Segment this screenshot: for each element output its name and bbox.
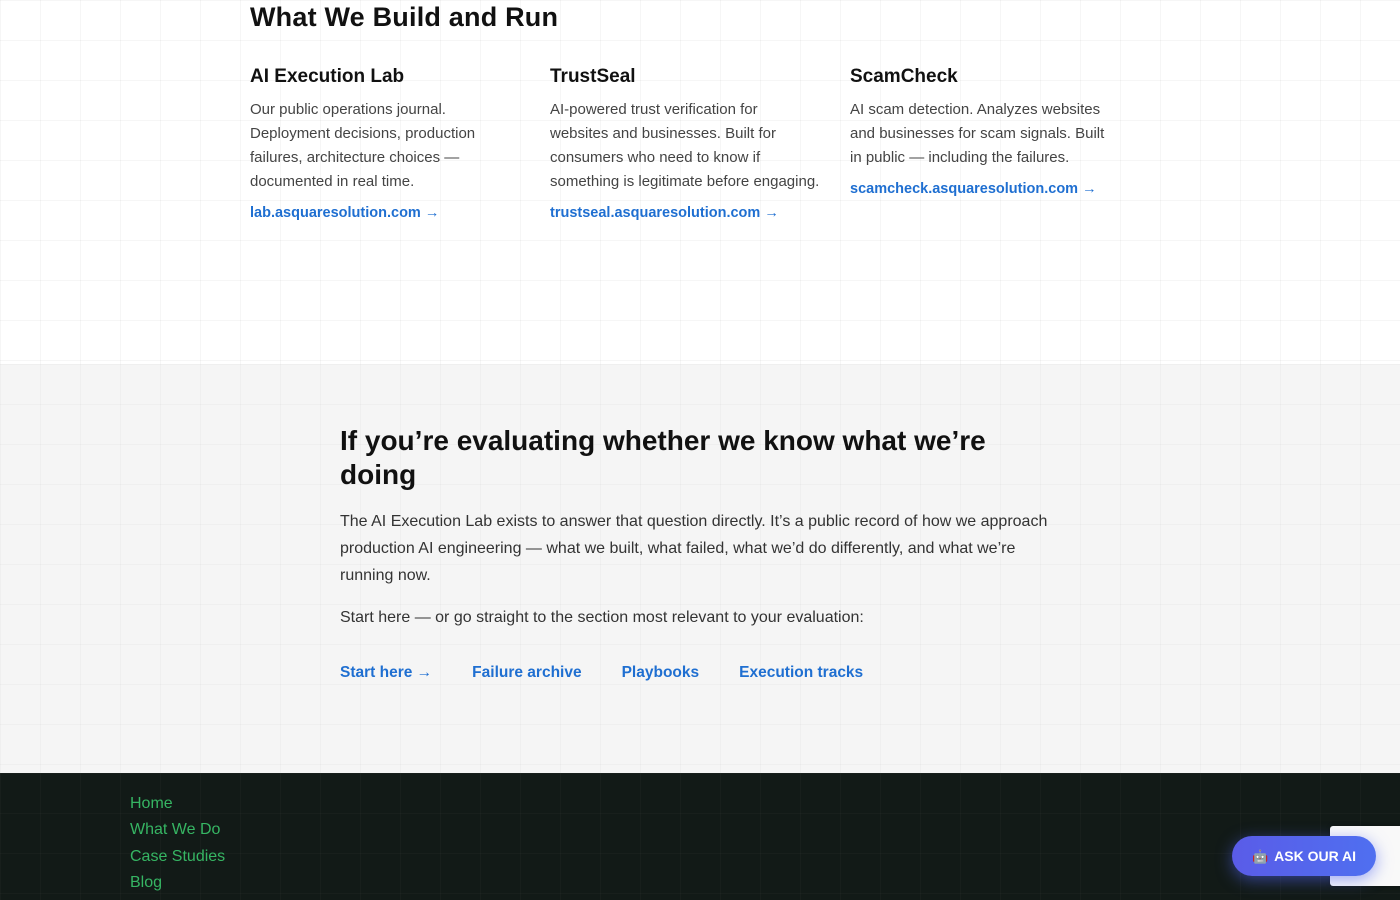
site-footer: Home What We Do Case Studies Blog — [0, 773, 1400, 900]
card-title: TrustSeal — [550, 66, 636, 87]
card-description: AI scam detection. Analyzes websites and… — [850, 101, 1105, 166]
card-description: AI-powered trust verification for websit… — [550, 101, 820, 190]
execution-tracks-link[interactable]: Execution tracks — [739, 664, 863, 682]
build-section-title: What We Build and Run — [250, 2, 559, 32]
card-link-lab[interactable]: lab.asquaresolution.com → — [250, 205, 439, 221]
robot-icon: 🤖 — [1251, 848, 1269, 864]
card-title: AI Execution Lab — [250, 66, 405, 87]
card-description: Our public operations journal. Deploymen… — [250, 101, 476, 190]
card-title: ScamCheck — [850, 66, 958, 87]
evaluate-links: Start here → Failure archive Playbooks E… — [340, 664, 863, 682]
build-section: What We Build and Run AI Execution Lab O… — [0, 0, 1400, 364]
card-trustseal: TrustSeal AI-powered trust verification … — [550, 66, 820, 222]
footer-nav: Home What We Do Case Studies Blog — [130, 795, 225, 900]
evaluate-title: If you’re evaluating whether we know wha… — [340, 425, 986, 490]
evaluate-body: The AI Execution Lab exists to answer th… — [340, 513, 1048, 584]
footer-link-home[interactable]: Home — [130, 795, 173, 812]
footer-link-blog[interactable]: Blog — [130, 874, 162, 891]
card-link-trustseal[interactable]: trustseal.asquaresolution.com → — [550, 205, 779, 221]
footer-link-what-we-do[interactable]: What We Do — [130, 821, 220, 838]
card-scamcheck: ScamCheck AI scam detection. Analyzes we… — [850, 66, 1120, 198]
ask-our-ai-label: ASK OUR AI — [1274, 848, 1357, 864]
card-link-scamcheck[interactable]: scamcheck.asquaresolution.com → — [850, 181, 1097, 197]
failure-archive-link[interactable]: Failure archive — [472, 664, 581, 682]
footer-link-case-studies[interactable]: Case Studies — [130, 848, 225, 865]
evaluate-lead: Start here — or go straight to the secti… — [340, 609, 864, 626]
start-here-link[interactable]: Start here → — [340, 664, 432, 682]
ask-our-ai-button[interactable]: 🤖 ASK OUR AI — [1232, 836, 1376, 876]
card-ai-execution-lab: AI Execution Lab Our public operations j… — [250, 66, 520, 222]
playbooks-link[interactable]: Playbooks — [622, 664, 700, 682]
evaluate-section: If you’re evaluating whether we know wha… — [0, 364, 1400, 773]
